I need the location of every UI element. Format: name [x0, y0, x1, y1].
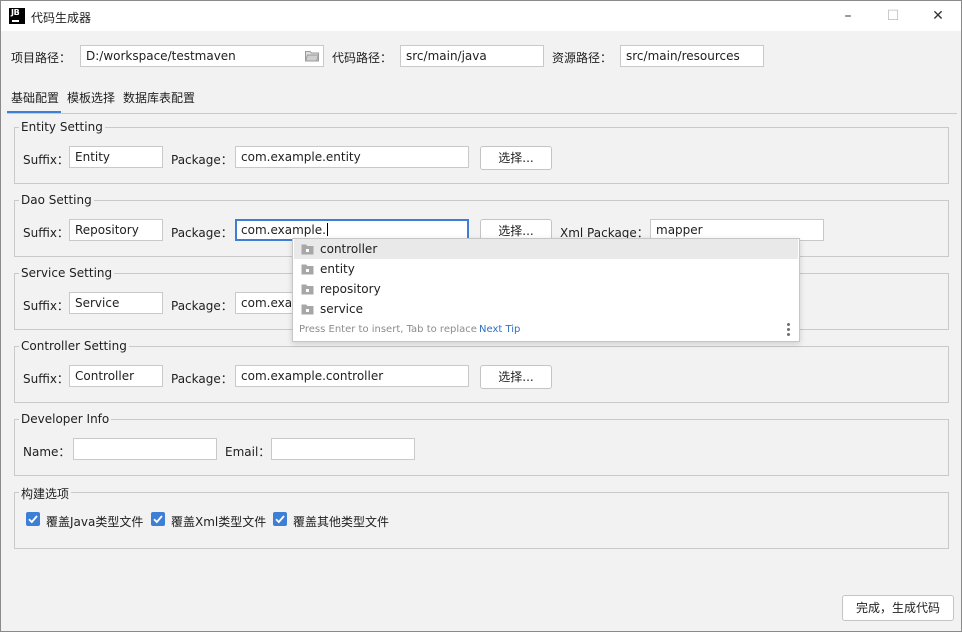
service-suffix-input[interactable]: Service: [69, 292, 163, 314]
dao-package-label: Package：: [171, 226, 233, 240]
package-folder-icon: [301, 284, 314, 295]
developer-name-input[interactable]: [73, 438, 217, 460]
completion-item-label: repository: [320, 282, 381, 296]
overwrite-xml-checkbox[interactable]: [151, 512, 165, 526]
resource-path-label: 资源路径：: [552, 51, 613, 65]
tab-database-table-config[interactable]: 数据库表配置: [123, 89, 195, 106]
completion-item-label: controller: [320, 242, 378, 256]
dao-suffix-label: Suffix：: [23, 226, 69, 240]
controller-choose-button[interactable]: 选择...: [480, 365, 552, 389]
controller-suffix-input[interactable]: Controller: [69, 365, 163, 387]
project-path-value: D:/workspace/testmaven: [86, 49, 236, 63]
entity-choose-button[interactable]: 选择...: [480, 146, 552, 170]
close-button[interactable]: ✕: [919, 5, 957, 27]
tab-template-select[interactable]: 模板选择: [67, 89, 115, 106]
completion-popup: controller entity repository service Pre…: [292, 238, 800, 342]
completion-item-label: service: [320, 302, 363, 316]
completion-item-service[interactable]: service: [294, 299, 798, 319]
project-path-input[interactable]: D:/workspace/testmaven: [80, 45, 324, 67]
title-bar: JB 代码生成器 – ☐ ✕: [1, 1, 961, 31]
package-folder-icon: [301, 244, 314, 255]
package-folder-icon: [301, 304, 314, 315]
tabs-divider: [7, 113, 957, 114]
overwrite-other-label[interactable]: 覆盖其他类型文件: [293, 513, 389, 530]
jetbrains-logo-icon: JB: [9, 8, 25, 24]
build-options-title: 构建选项: [19, 485, 72, 502]
code-path-label: 代码路径：: [332, 51, 393, 65]
finish-generate-button[interactable]: 完成，生成代码: [842, 595, 954, 621]
next-tip-link[interactable]: Next Tip: [479, 324, 520, 335]
package-folder-icon: [301, 264, 314, 275]
service-setting-title: Service Setting: [19, 266, 115, 280]
code-generator-window: JB 代码生成器 – ☐ ✕ 项目路径： D:/workspace/testma…: [0, 0, 962, 632]
resource-path-input[interactable]: src/main/resources: [620, 45, 764, 67]
controller-package-input[interactable]: com.example.controller: [235, 365, 469, 387]
code-path-input[interactable]: src/main/java: [400, 45, 544, 67]
completion-item-entity[interactable]: entity: [294, 259, 798, 279]
overwrite-java-checkbox[interactable]: [26, 512, 40, 526]
controller-package-label: Package：: [171, 372, 233, 386]
dao-suffix-input[interactable]: Repository: [69, 219, 163, 241]
checkmark-icon: [153, 515, 163, 524]
entity-suffix-input[interactable]: Entity: [69, 146, 163, 168]
folder-browse-icon[interactable]: [305, 50, 319, 62]
completion-item-controller[interactable]: controller: [294, 239, 798, 259]
window-title: 代码生成器: [31, 11, 92, 25]
tab-basic-config[interactable]: 基础配置: [11, 89, 59, 106]
developer-info-title: Developer Info: [19, 412, 112, 426]
entity-package-label: Package：: [171, 153, 233, 167]
completion-hint: Press Enter to insert, Tab to replace: [299, 324, 477, 335]
entity-package-input[interactable]: com.example.entity: [235, 146, 469, 168]
completion-item-label: entity: [320, 262, 355, 276]
developer-email-input[interactable]: [271, 438, 415, 460]
overwrite-java-label[interactable]: 覆盖Java类型文件: [46, 513, 143, 530]
overwrite-other-checkbox[interactable]: [273, 512, 287, 526]
dao-setting-title: Dao Setting: [19, 193, 94, 207]
service-suffix-label: Suffix：: [23, 299, 69, 313]
controller-setting-title: Controller Setting: [19, 339, 129, 353]
service-package-label: Package：: [171, 299, 233, 313]
controller-suffix-label: Suffix：: [23, 372, 69, 386]
completion-item-repository[interactable]: repository: [294, 279, 798, 299]
dao-package-value: com.example.: [241, 223, 326, 237]
entity-suffix-label: Suffix：: [23, 153, 69, 167]
minimize-button[interactable]: –: [829, 5, 867, 27]
entity-setting-title: Entity Setting: [19, 120, 105, 134]
developer-name-label: Name：: [23, 445, 71, 459]
checkmark-icon: [28, 515, 38, 524]
more-options-icon[interactable]: [787, 323, 791, 337]
overwrite-xml-label[interactable]: 覆盖Xml类型文件: [171, 513, 266, 530]
developer-email-label: Email：: [225, 445, 271, 459]
project-path-label: 项目路径：: [11, 51, 72, 65]
checkmark-icon: [275, 515, 285, 524]
maximize-button[interactable]: ☐: [874, 5, 912, 27]
text-caret: [326, 223, 328, 236]
